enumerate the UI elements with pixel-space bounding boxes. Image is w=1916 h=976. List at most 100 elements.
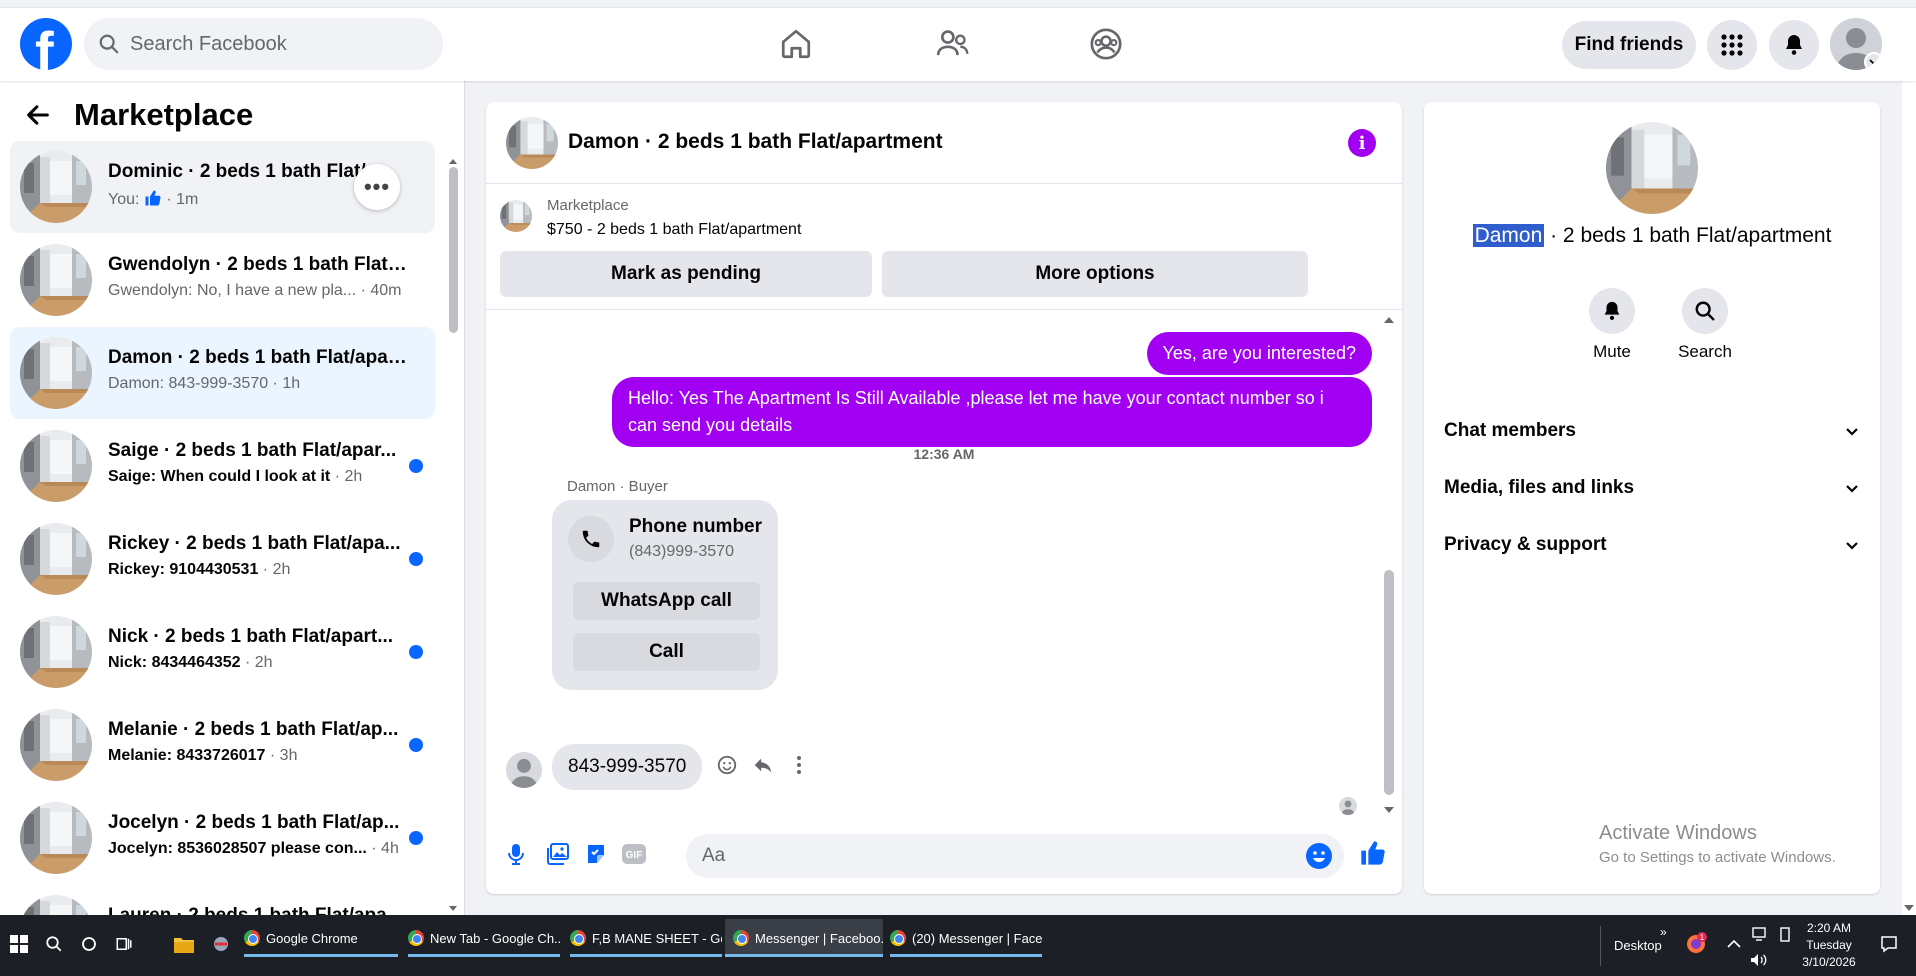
listing-thumbnail	[20, 151, 92, 223]
conversation-item[interactable]: Rickey · 2 beds 1 bath Flat/apa... Rickey…	[10, 513, 435, 605]
conversation-item[interactable]: Gwendolyn · 2 beds 1 bath Flat/... Gwendo…	[10, 234, 435, 326]
emoji-icon[interactable]	[1306, 843, 1332, 869]
message-thread-scrollbar[interactable]	[1382, 315, 1396, 815]
firefox-icon[interactable]: 1	[1684, 931, 1708, 955]
unread-indicator	[409, 738, 423, 752]
home-icon[interactable]	[776, 24, 816, 64]
account-avatar[interactable]	[1830, 18, 1882, 70]
conversation-list-scrollbar[interactable]	[448, 157, 458, 913]
conversation-title: Saige · 2 beds 1 bath Flat/apar...	[108, 440, 397, 461]
mark-as-pending-button[interactable]: Mark as pending	[500, 251, 872, 297]
privacy-support-section[interactable]: Privacy & support	[1444, 525, 1860, 565]
action-center-icon[interactable]	[1878, 933, 1900, 955]
mute-button[interactable]: Mute	[1577, 288, 1647, 362]
groups-icon[interactable]	[1086, 24, 1126, 64]
sender-avatar[interactable]	[506, 752, 542, 788]
windows-start-icon[interactable]	[8, 933, 30, 955]
volume-icon[interactable]	[1748, 949, 1770, 971]
message-composer: GIF Aa	[486, 814, 1402, 894]
taskbar-app-sheet[interactable]: F,B MANE SHEET - Go...	[570, 919, 722, 957]
friends-icon[interactable]	[932, 24, 972, 64]
listing-source-label: Marketplace	[547, 197, 629, 214]
unread-indicator	[409, 552, 423, 566]
react-emoji-icon[interactable]	[714, 752, 740, 778]
listing-price[interactable]: $750 - 2 beds 1 bath Flat/apartment	[547, 221, 801, 239]
phone-icon	[568, 516, 614, 562]
more-options-button[interactable]: More options	[882, 251, 1308, 297]
search-placeholder: Search Facebook	[130, 32, 287, 55]
incoming-message[interactable]: 843-999-3570	[552, 744, 703, 790]
gif-icon[interactable]: GIF	[620, 840, 648, 868]
like-thumb-icon[interactable]	[1358, 838, 1388, 868]
listing-thumbnail-small[interactable]	[500, 200, 532, 232]
listing-thumbnail	[20, 244, 92, 316]
message-input-placeholder: Aa	[702, 845, 726, 866]
conversation-item[interactable]: Nick · 2 beds 1 bath Flat/apart... Nick: …	[10, 606, 435, 698]
microphone-icon[interactable]	[502, 840, 530, 868]
search-icon	[1695, 301, 1715, 321]
taskbar-search-icon[interactable]	[43, 933, 65, 955]
call-button[interactable]: Call	[573, 633, 760, 671]
listing-thumbnail	[20, 802, 92, 874]
search-input[interactable]: Search Facebook	[84, 18, 443, 70]
conversation-preview: Gwendolyn: No, I have a new pla... · 40m	[108, 282, 402, 299]
photo-gallery-icon[interactable]	[544, 840, 572, 868]
conversation-preview: Rickey: 9104430531 · 2h	[108, 561, 291, 578]
app-icon[interactable]	[210, 933, 232, 955]
listing-thumbnail	[20, 616, 92, 688]
network-icon[interactable]	[1750, 923, 1772, 945]
outgoing-message[interactable]: Hello: Yes The Apartment Is Still Availa…	[612, 377, 1372, 447]
conversation-item[interactable]: Jocelyn · 2 beds 1 bath Flat/ap... Jocely…	[10, 792, 435, 884]
listing-thumbnail	[20, 523, 92, 595]
taskbar-app-chrome[interactable]: Google Chrome	[244, 919, 398, 957]
conversation-title: Nick · 2 beds 1 bath Flat/apart...	[108, 626, 394, 647]
sender-label: Damon · Buyer	[567, 478, 668, 495]
info-icon[interactable]: i	[1348, 129, 1376, 157]
conversation-item[interactable]: Saige · 2 beds 1 bath Flat/apar... Saige:…	[10, 420, 435, 512]
conversation-title: Lauren · 2 beds 1 bath Flat/apa...	[108, 905, 408, 915]
conversation-preview: Nick: 8434464352 · 2h	[108, 654, 273, 671]
whatsapp-call-button[interactable]: WhatsApp call	[573, 582, 760, 620]
show-hidden-icons-icon[interactable]	[1723, 933, 1745, 955]
conversation-item[interactable]: Lauren · 2 beds 1 bath Flat/apa...	[10, 885, 435, 915]
outgoing-message[interactable]: Yes, are you interested?	[1146, 332, 1372, 375]
conversation-name[interactable]: Damon · 2 beds 1 bath Flat/apartment	[1424, 224, 1880, 248]
reply-icon[interactable]	[750, 752, 776, 778]
search-in-conversation-button[interactable]: Search	[1670, 288, 1740, 362]
file-explorer-icon[interactable]	[173, 933, 195, 955]
chat-members-section[interactable]: Chat members	[1444, 411, 1860, 451]
find-friends-button[interactable]: Find friends	[1562, 21, 1696, 69]
cortana-icon[interactable]	[78, 933, 100, 955]
expand-chevrons-icon[interactable]: »	[1660, 901, 1667, 962]
notifications-bell-icon[interactable]	[1769, 20, 1819, 70]
conversation-more-button[interactable]: •••	[354, 164, 400, 210]
conversation-item[interactable]: Damon · 2 beds 1 bath Flat/apar... Damon:…	[10, 327, 435, 419]
activate-subtitle: Go to Settings to activate Windows.	[1599, 849, 1836, 866]
more-vertical-icon[interactable]	[786, 752, 812, 778]
windows-taskbar: Google Chrome New Tab - Google Ch... F,B…	[0, 915, 1916, 976]
media-files-links-section[interactable]: Media, files and links	[1444, 468, 1860, 508]
conversation-preview: Saige: When could I look at it · 2h	[108, 468, 363, 485]
conversation-preview: Melanie: 8433726017 · 3h	[108, 747, 298, 764]
conversation-item[interactable]: Melanie · 2 beds 1 bath Flat/ap... Melani…	[10, 699, 435, 791]
taskbar-app-messenger[interactable]: (20) Messenger | Face...	[890, 919, 1042, 957]
conversation-list: Dominic · 2 beds 1 bath Flat/a... You: · …	[10, 141, 435, 915]
back-arrow-icon[interactable]	[24, 101, 52, 129]
desktop-toolbar-label[interactable]: Desktop	[1614, 915, 1662, 976]
listing-photo[interactable]	[1606, 122, 1698, 214]
system-clock[interactable]: 2:20 AM Tuesday 3/10/2026	[1790, 920, 1868, 971]
facebook-logo[interactable]: f	[20, 18, 72, 70]
page-scrollbar[interactable]	[1902, 81, 1916, 915]
message-input[interactable]: Aa	[686, 834, 1344, 878]
chat-title[interactable]: Damon · 2 beds 1 bath Flat/apartment	[568, 130, 943, 154]
listing-thumbnail[interactable]	[506, 117, 558, 169]
conversation-details-panel: Damon · 2 beds 1 bath Flat/apartment Mut…	[1424, 102, 1880, 894]
taskbar-app-messenger-active[interactable]: Messenger | Faceboo...	[725, 919, 883, 957]
conversation-title: Damon · 2 beds 1 bath Flat/apar...	[108, 347, 408, 368]
sticker-icon[interactable]	[582, 840, 610, 868]
activate-title: Activate Windows	[1599, 822, 1757, 844]
task-view-icon[interactable]	[113, 933, 135, 955]
taskbar-app-new-tab[interactable]: New Tab - Google Ch...	[408, 919, 560, 957]
menu-grid-icon[interactable]	[1707, 20, 1757, 70]
conversation-item[interactable]: Dominic · 2 beds 1 bath Flat/a... You: · …	[10, 141, 435, 233]
